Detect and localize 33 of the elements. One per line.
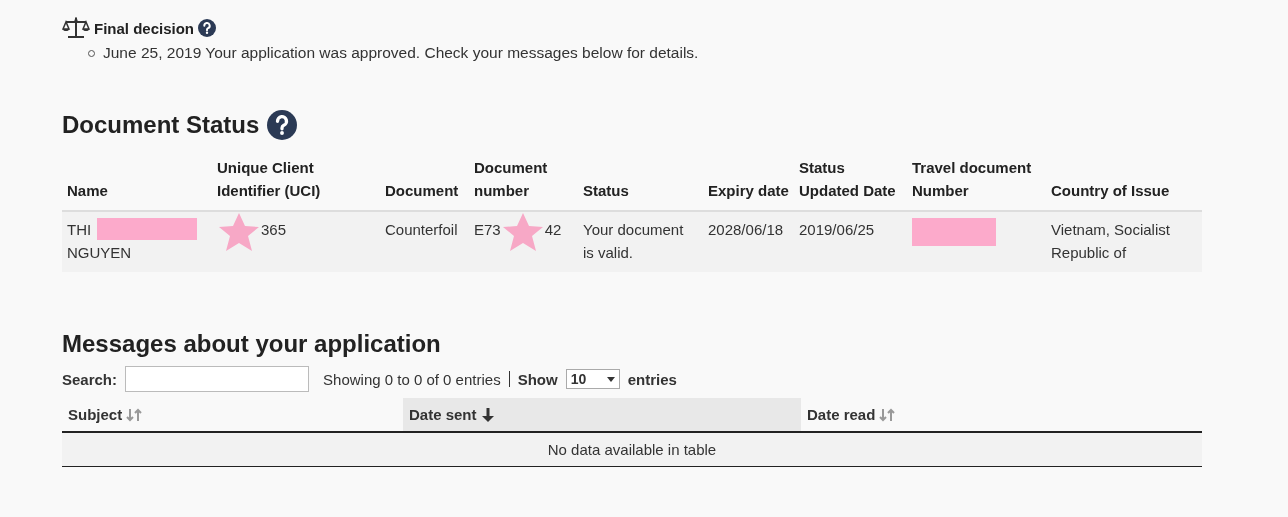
caret-icon — [606, 376, 615, 382]
column-header[interactable]: Subject — [62, 398, 403, 431]
table-cell: NGUYEN — [67, 244, 132, 261]
show-label: Show — [517, 370, 558, 388]
column-header[interactable]: Date read — [801, 398, 1202, 431]
section-title: Messages about your application — [62, 330, 442, 358]
down-arrow-icon[interactable] — [480, 406, 495, 423]
table-cell: 2019/06/25 — [799, 221, 875, 238]
table-cell: THI — [67, 221, 92, 238]
decision-text: June 25, 2019 Your application was approved. Check your messages below for details. — [103, 44, 699, 62]
section-title: Final decision — [94, 19, 195, 37]
table-cell: E73 — [474, 221, 501, 238]
sort-icon[interactable] — [879, 406, 896, 423]
section-title: Document Status — [62, 111, 260, 139]
star-mark — [217, 212, 261, 252]
table-cell: 2028/06/18 — [708, 221, 784, 238]
table-cell: 365 — [261, 221, 287, 238]
table-cell: 42 — [544, 221, 562, 238]
page-size-select[interactable]: 10 — [565, 369, 620, 389]
help-icon[interactable] — [267, 110, 298, 140]
entries-info: Showing 0 to 0 of 0 entries — [323, 370, 501, 388]
entries-label: entries — [627, 370, 677, 388]
search-field[interactable] — [125, 366, 310, 392]
sort-icon[interactable] — [126, 406, 143, 423]
empty-message: No data available in table — [547, 441, 717, 458]
column-header[interactable]: Date sent — [403, 398, 801, 431]
table-cell: Counterfoil — [385, 221, 458, 238]
divider-bar — [508, 371, 510, 387]
search-label: Search: — [62, 370, 118, 388]
help-icon[interactable] — [198, 19, 217, 37]
table-cell: Vietnam, Socialist Republic of — [1051, 221, 1170, 261]
scales-icon — [62, 17, 90, 39]
table-cell: Your document is valid. — [583, 221, 684, 261]
